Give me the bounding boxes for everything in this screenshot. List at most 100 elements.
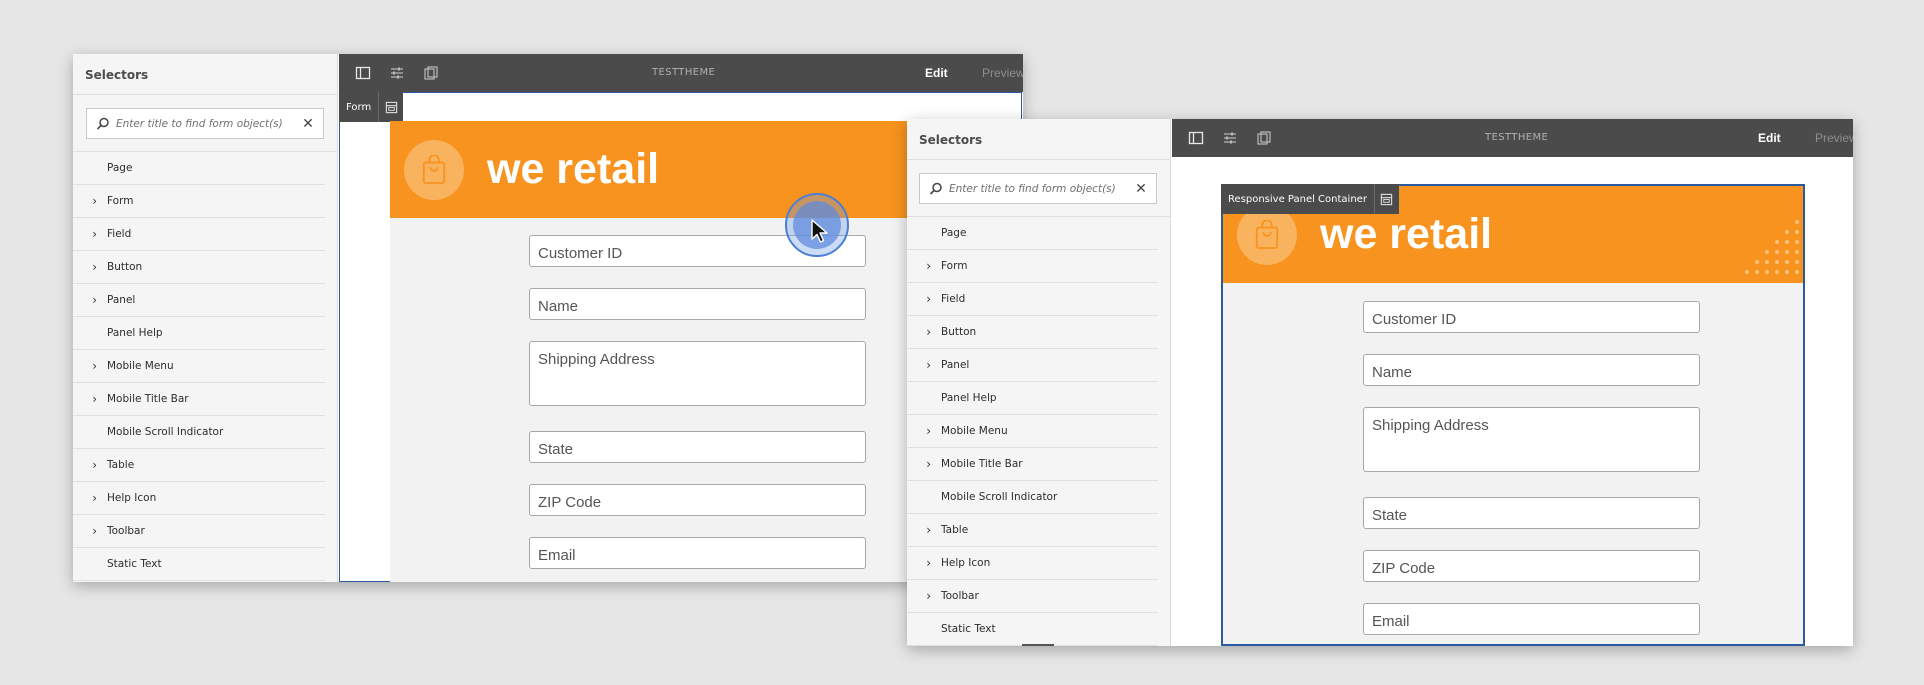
chevron-right-icon[interactable]: › (907, 523, 941, 537)
chevron-right-icon[interactable]: › (907, 259, 941, 273)
selector-item-static-text[interactable]: Static Text (907, 613, 1158, 646)
name-field[interactable]: Name (529, 288, 866, 320)
selector-item-form[interactable]: › Form (907, 250, 1158, 283)
selector-item-toolbar[interactable]: › Toolbar (73, 515, 325, 548)
chevron-right-icon[interactable]: › (73, 194, 107, 208)
selector-item-help-icon[interactable]: › Help Icon (73, 482, 325, 515)
properties-icon[interactable] (387, 63, 407, 83)
selected-component-tag[interactable]: Responsive Panel Container (1221, 184, 1399, 214)
brand-text: we retail (487, 145, 660, 193)
chevron-right-icon[interactable]: › (907, 424, 941, 438)
chevron-right-icon[interactable]: › (73, 227, 107, 241)
selector-item-label: Button (107, 261, 143, 273)
panel-container-icon[interactable] (1375, 184, 1399, 214)
selector-item-toolbar[interactable]: › Toolbar (907, 580, 1158, 613)
selector-item-mobile-title-bar[interactable]: › Mobile Title Bar (907, 448, 1158, 481)
selector-item-label: Mobile Title Bar (107, 393, 189, 405)
selector-item-label: Static Text (941, 623, 996, 635)
selector-item-label: Field (941, 293, 966, 305)
selector-item-label: Toolbar (107, 525, 145, 537)
selector-item-page[interactable]: Page (907, 217, 1158, 250)
preview-button[interactable]: Preview (1815, 131, 1853, 145)
chevron-right-icon[interactable]: › (907, 325, 941, 339)
chevron-right-icon[interactable]: › (907, 556, 941, 570)
selector-item-label: Panel Help (941, 392, 997, 404)
selector-item-field[interactable]: › Field (907, 283, 1158, 316)
selector-item-mobile-title-bar[interactable]: › Mobile Title Bar (73, 383, 325, 416)
chevron-right-icon[interactable]: › (73, 491, 107, 505)
selector-item-static-text[interactable]: Static Text (73, 548, 325, 581)
sidebar-toggle-icon[interactable] (1186, 128, 1206, 148)
selector-item-field[interactable]: › Field (73, 218, 325, 251)
chevron-right-icon[interactable]: › (907, 457, 941, 471)
chevron-right-icon[interactable]: › (73, 359, 107, 373)
selector-item-panel-help[interactable]: Panel Help (907, 382, 1158, 415)
layers-icon[interactable] (1254, 128, 1274, 148)
selector-item-mobile-scroll-indicator[interactable]: Mobile Scroll Indicator (907, 481, 1158, 514)
scrollbar-thumb[interactable] (1022, 644, 1054, 646)
selector-item-label: Toolbar (941, 590, 979, 602)
chevron-right-icon[interactable]: › (73, 293, 107, 307)
chevron-right-icon[interactable]: › (73, 392, 107, 406)
selector-item-label: Mobile Menu (941, 425, 1008, 437)
chevron-right-icon[interactable]: › (907, 292, 941, 306)
selector-item-button[interactable]: › Button (73, 251, 325, 284)
selector-search-input[interactable]: Enter title to find form object(s) ✕ (86, 108, 324, 139)
divider (73, 94, 337, 95)
selector-item-mobile-menu[interactable]: › Mobile Menu (907, 415, 1158, 448)
shopping-bag-icon (404, 140, 464, 200)
selector-list: Page › Form › Field › Button › Panel Panel H… (907, 217, 1158, 646)
selector-item-label: Mobile Scroll Indicator (107, 426, 224, 438)
edit-button[interactable]: Edit (925, 66, 948, 80)
shipping-address-field[interactable]: Shipping Address (529, 341, 866, 406)
selector-search-input[interactable]: Enter title to find form object(s) ✕ (919, 173, 1157, 204)
selector-item-label: Form (107, 195, 134, 207)
selector-item-label: Table (941, 524, 969, 536)
selector-item-label: Mobile Menu (107, 360, 174, 372)
selectors-title: Selectors (85, 68, 149, 82)
selector-item-label: Table (107, 459, 135, 471)
close-icon[interactable]: ✕ (301, 115, 315, 132)
chevron-right-icon[interactable]: › (907, 589, 941, 603)
selector-item-mobile-scroll-indicator[interactable]: Mobile Scroll Indicator (73, 416, 325, 449)
close-icon[interactable]: ✕ (1134, 180, 1148, 197)
chevron-right-icon[interactable]: › (73, 524, 107, 538)
zip-code-field[interactable]: ZIP Code (529, 484, 866, 516)
properties-icon[interactable] (1220, 128, 1240, 148)
selector-item-table[interactable]: › Table (907, 514, 1158, 547)
selector-item-page[interactable]: Page (73, 152, 325, 185)
selected-component-label: Responsive Panel Container (1221, 184, 1375, 214)
selector-item-panel-help[interactable]: Panel Help (73, 317, 325, 350)
selector-item-table[interactable]: › Table (73, 449, 325, 482)
search-placeholder: Enter title to find form object(s) (116, 117, 283, 130)
chevron-right-icon[interactable]: › (73, 458, 107, 472)
divider (907, 159, 1170, 160)
email-field[interactable]: Email (529, 537, 866, 569)
selector-item-button[interactable]: › Button (907, 316, 1158, 349)
preview-button[interactable]: Preview (982, 66, 1023, 80)
selector-list: Page › Form › Field › Button › Panel Panel H… (73, 152, 325, 581)
chevron-right-icon[interactable]: › (73, 260, 107, 274)
selector-item-label: Help Icon (941, 557, 991, 569)
selector-item-help-icon[interactable]: › Help Icon (907, 547, 1158, 580)
edit-button[interactable]: Edit (1758, 131, 1781, 145)
state-field[interactable]: State (529, 431, 866, 463)
selector-item-mobile-menu[interactable]: › Mobile Menu (73, 350, 325, 383)
sidebar-toggle-icon[interactable] (353, 63, 373, 83)
search-icon (96, 117, 109, 130)
selector-item-label: Panel Help (107, 327, 163, 339)
selectors-panel: Selectors Enter title to find form objec… (73, 54, 338, 582)
theme-title: TESTTHEME (652, 67, 716, 78)
selector-item-label: Static Text (107, 558, 162, 570)
selector-item-form[interactable]: › Form (73, 185, 325, 218)
selector-item-label: Button (941, 326, 977, 338)
layers-icon[interactable] (421, 63, 441, 83)
selected-component-tag[interactable]: Form (339, 92, 404, 122)
panel-container-icon[interactable] (379, 92, 403, 122)
panel-selection-outline (1221, 184, 1805, 646)
theme-title: TESTTHEME (1485, 132, 1549, 143)
chevron-right-icon[interactable]: › (907, 358, 941, 372)
selector-item-panel[interactable]: › Panel (73, 284, 325, 317)
selector-item-panel[interactable]: › Panel (907, 349, 1158, 382)
editor-window-1: Selectors Enter title to find form objec… (73, 54, 1023, 582)
